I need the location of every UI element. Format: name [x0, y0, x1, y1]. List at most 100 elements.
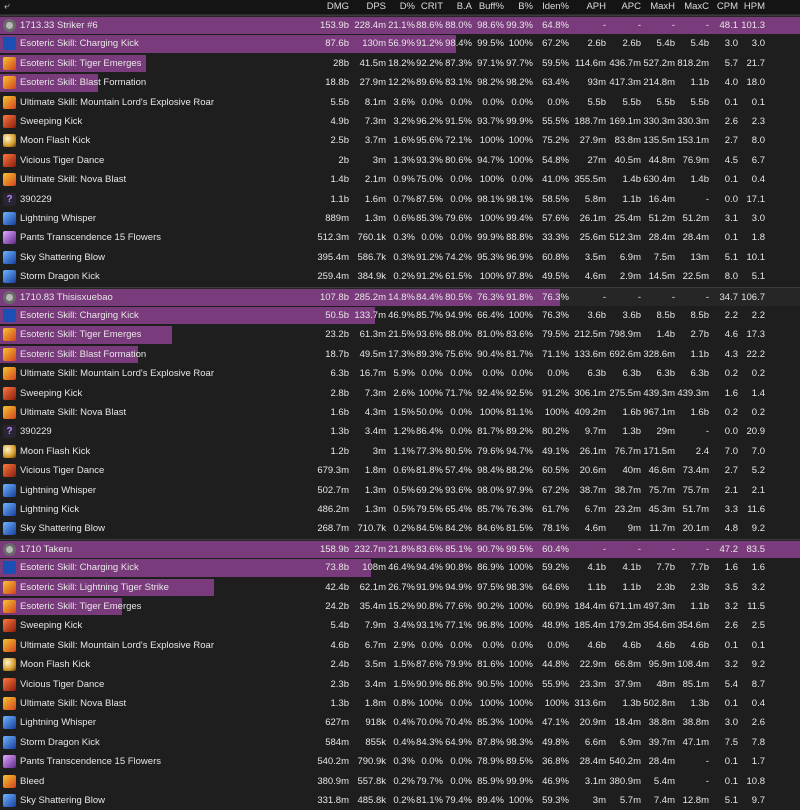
- cell-buff: 85.3%: [477, 717, 504, 729]
- cell-iden: 67.2%: [542, 484, 569, 496]
- skill-row[interactable]: Pants Transcendence 15 Flowers 540.2m 790.…: [0, 752, 800, 771]
- cell-crit: 89.6%: [416, 77, 443, 89]
- back-arrow-icon[interactable]: ⤶: [4, 1, 10, 12]
- skill-row[interactable]: Vicious Tiger Dance 679.3m 1.8m 0.6% 81.8% 57…: [0, 461, 800, 480]
- col-header-maxh[interactable]: MaxH: [641, 0, 675, 14]
- skill-row[interactable]: 390229 1.3b 3.4m 1.2%86.4% 0.0% 81.7%89.2% 80.…: [0, 422, 800, 441]
- skill-row[interactable]: Esoteric Skill: Tiger Emerges 23.2b 61.3m 2…: [0, 325, 800, 344]
- cell-aph: 184.4m: [574, 601, 606, 612]
- cell-cpm: 47.2: [719, 543, 739, 555]
- player-row[interactable]: 1713.33 Striker #6 153.9b 228.4m 21.1% 88.6%…: [0, 15, 800, 35]
- col-header-cpm[interactable]: CPM: [710, 0, 738, 14]
- col-header-b[interactable]: B%: [505, 0, 533, 14]
- skill-row[interactable]: Ultimate Skill: Nova Blast 1.4b 2.1m 0.9% 75…: [0, 170, 800, 189]
- cell-hpm: 9.2: [751, 523, 765, 535]
- col-header-ba[interactable]: B.A: [444, 0, 472, 14]
- cell-crit: 89.3%: [416, 348, 443, 360]
- skill-row[interactable]: Esoteric Skill: Tiger Emerges 28b 41.5m 18.…: [0, 54, 800, 73]
- skill-row[interactable]: Moon Flash Kick 2.4b 3.5m 1.5% 87.6% 79.9% 81.…: [0, 655, 800, 674]
- skill-row[interactable]: Sky Shattering Blow 331.8m 485.8k 0.2% 81.1%…: [0, 791, 800, 810]
- skill-row[interactable]: Ultimate Skill: Mountain Lord's Explosiv…: [0, 93, 800, 112]
- skill-row[interactable]: Esoteric Skill: Blast Formation 18.8b 27.9…: [0, 73, 800, 92]
- cell-maxc: -: [705, 193, 709, 205]
- cell-apc: 6.3b: [622, 368, 642, 380]
- skill-row[interactable]: 390229 1.1b 1.6m 0.7%87.5% 0.0% 98.1%98.1% 58.…: [0, 190, 800, 209]
- cell-apc: 76.7m: [614, 445, 641, 457]
- cell-iden: 76.3%: [542, 310, 569, 321]
- cell-b: 99.9%: [506, 775, 533, 787]
- skill-row[interactable]: Sweeping Kick 4.9b 7.3m 3.2% 96.2% 91.5% 93.7%…: [0, 112, 800, 131]
- cell-dmg: 24.2b: [325, 601, 349, 612]
- player-row[interactable]: 1710 Takeru 158.9b 232.7m 21.8% 83.6% 85.1% 90…: [0, 538, 800, 559]
- cell-d: 26.7%: [388, 581, 415, 593]
- cell-dmg: 42.4b: [325, 581, 349, 593]
- skill-row[interactable]: Esoteric Skill: Blast Formation 18.7b 49.5…: [0, 345, 800, 364]
- skill-row[interactable]: Moon Flash Kick 1.2b 3m 1.1% 77.3% 80.5% 79.6%…: [0, 442, 800, 461]
- cell-ba: 79.6%: [445, 213, 472, 224]
- skill-row[interactable]: Sweeping Kick 5.4b 7.9m 3.4% 93.1% 77.1% 96.8%…: [0, 616, 800, 635]
- cell-dps: 1.8m: [364, 465, 386, 477]
- cell-cpm: 0.1: [724, 96, 738, 108]
- cell-maxc: 6.3b: [690, 368, 710, 380]
- cell-iden: 0.0%: [547, 368, 569, 380]
- cell-b: 0.0%: [511, 96, 533, 108]
- col-header-crit[interactable]: CRIT: [415, 0, 443, 14]
- cell-hpm: 83.5: [746, 543, 766, 555]
- cell-dmg: 502.7m: [317, 484, 349, 496]
- col-header-buff[interactable]: Buff%: [474, 0, 504, 14]
- col-header-dps[interactable]: DPS: [350, 0, 386, 14]
- skill-row[interactable]: Storm Dragon Kick 259.4m 384.9k 0.2% 91.2% 61…: [0, 267, 800, 286]
- col-header-aph[interactable]: APH: [570, 0, 606, 14]
- cell-apc: 5.5b: [622, 96, 642, 108]
- skill-row[interactable]: Esoteric Skill: Charging Kick 50.5b 133.7m…: [0, 306, 800, 325]
- col-header-iden[interactable]: Iden%: [535, 0, 569, 14]
- cell-aph: 28.4m: [579, 756, 606, 768]
- cell-hpm: 0.1: [751, 639, 765, 651]
- skill-row[interactable]: Pants Transcendence 15 Flowers 512.3m 760.…: [0, 228, 800, 247]
- skill-row[interactable]: Storm Dragon Kick 584m 855k 0.4% 84.3% 64.9% 8…: [0, 733, 800, 752]
- skill-row[interactable]: Lightning Whisper 627m 918k 0.4% 70.0% 70.4% 8…: [0, 713, 800, 732]
- col-header-apc[interactable]: APC: [607, 0, 641, 14]
- skill-row[interactable]: Ultimate Skill: Mountain Lord's Explosiv…: [0, 636, 800, 655]
- skill-row[interactable]: Esoteric Skill: Lightning Tiger Strike 42…: [0, 578, 800, 597]
- skill-row[interactable]: Sky Shattering Blow 268.7m 710.7k 0.2% 84.5%…: [0, 519, 800, 538]
- cell-aph: 6.6m: [584, 736, 606, 748]
- skill-row[interactable]: Lightning Whisper 889m 1.3m 0.6% 85.3% 79.6% 1…: [0, 209, 800, 228]
- skill-row[interactable]: Ultimate Skill: Nova Blast 1.3b 1.8m 0.8% 10…: [0, 694, 800, 713]
- skill-row[interactable]: Esoteric Skill: Charging Kick 87.6b 130m 56…: [0, 34, 800, 53]
- cell-ba: 88.0%: [445, 20, 472, 31]
- col-header-hpm[interactable]: HPM: [739, 0, 765, 14]
- skill-row[interactable]: Vicious Tiger Dance 2.3b 3.4m 1.5% 90.9% 86.8…: [0, 675, 800, 694]
- cell-ba: 0.0%: [450, 232, 472, 244]
- cell-cpm: 0.2: [724, 368, 738, 380]
- cell-ba: 75.6%: [445, 348, 472, 360]
- skill-row[interactable]: Esoteric Skill: Charging Kick 73.8b 108m 46…: [0, 558, 800, 577]
- skill-name: Lightning Whisper: [20, 484, 97, 496]
- cell-aph: -: [602, 543, 606, 555]
- cell-buff: 98.1%: [477, 193, 504, 205]
- skill-row[interactable]: Sweeping Kick 2.8b 7.3m 2.6% 100% 71.7% 92.4% 9…: [0, 384, 800, 403]
- skill-row[interactable]: Sky Shattering Blow 395.4m 586.7k 0.3% 91.2%…: [0, 248, 800, 267]
- cell-crit: 81.1%: [416, 795, 443, 806]
- skill-row[interactable]: Lightning Kick 486.2m 1.3m 0.5% 79.5% 65.4% 85…: [0, 500, 800, 519]
- cell-maxc: 1.1b: [690, 601, 710, 612]
- cell-maxc: -: [705, 775, 709, 787]
- skill-row[interactable]: Lightning Whisper 502.7m 1.3m 0.5% 69.2% 93.6…: [0, 481, 800, 500]
- skill-name: Sky Shattering Blow: [20, 251, 106, 263]
- col-header-d[interactable]: D%: [387, 0, 415, 14]
- skill-row[interactable]: Bleed 380.9m 557.8k 0.2% 79.7% 0.0% 85.9% 99.9%…: [0, 772, 800, 791]
- col-header-dmg[interactable]: DMG: [309, 0, 349, 14]
- skill-name: Sweeping Kick: [20, 620, 83, 632]
- cell-maxc: 38.8m: [682, 717, 709, 729]
- cell-crit: 91.2%: [416, 251, 443, 263]
- skill-row[interactable]: Esoteric Skill: Tiger Emerges 24.2b 35.4m 1…: [0, 597, 800, 616]
- skill-row[interactable]: Ultimate Skill: Nova Blast 1.6b 4.3m 1.5% 50…: [0, 403, 800, 422]
- cell-maxh: 7.7b: [656, 562, 676, 574]
- cell-ba: 77.6%: [445, 601, 472, 612]
- col-header-maxc[interactable]: MaxC: [675, 0, 709, 14]
- skill-row[interactable]: Moon Flash Kick 2.5b 3.7m 1.6% 95.6% 72.1% 100…: [0, 131, 800, 150]
- skill-row[interactable]: Ultimate Skill: Mountain Lord's Explosiv…: [0, 364, 800, 383]
- skill-row[interactable]: Vicious Tiger Dance 2b 3m 1.3% 93.3% 80.6% 94.…: [0, 151, 800, 170]
- cell-dmg: 380.9m: [317, 775, 349, 787]
- player-row[interactable]: 1710.83 Thisisxuebao 107.8b 285.2m 14.8% 84.…: [0, 286, 800, 306]
